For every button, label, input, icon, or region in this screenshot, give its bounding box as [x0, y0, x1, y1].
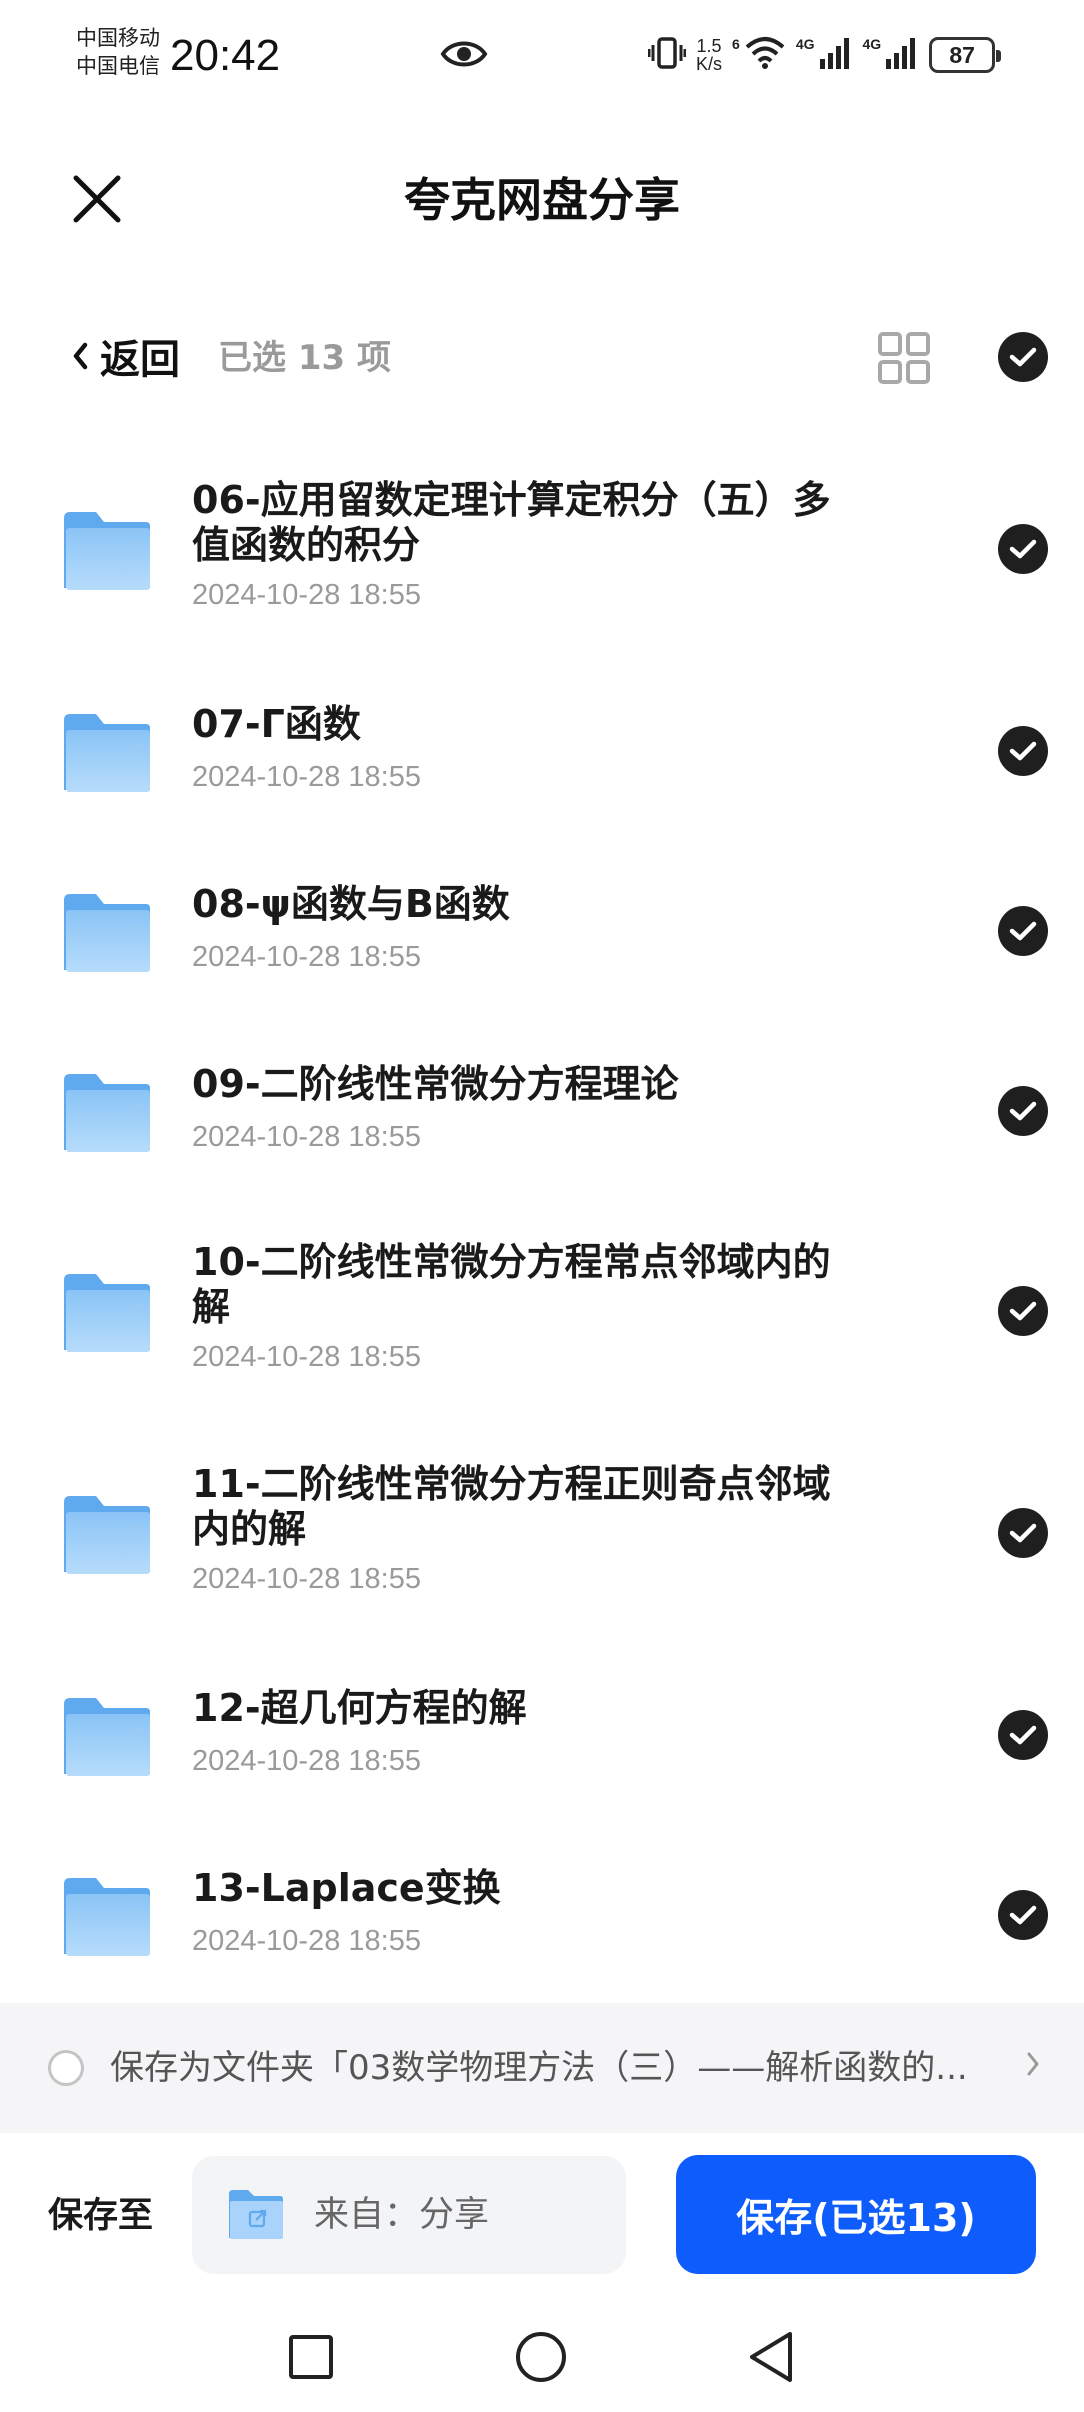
back-label: 返回	[100, 337, 180, 383]
page-title: 夸克网盘分享	[404, 173, 680, 227]
vibrate-icon	[647, 35, 687, 75]
file-row[interactable]: 12-超几何方程的解 2024-10-28 18:55	[0, 1684, 1084, 1784]
check-icon	[1009, 1725, 1037, 1745]
back-button[interactable]: 返回	[72, 324, 180, 388]
eye-comfort-icon	[440, 36, 488, 76]
check-icon	[1009, 741, 1037, 761]
triangle-back-icon	[750, 2332, 792, 2382]
check-circle-icon	[1009, 347, 1037, 367]
save-button[interactable]: 保存(已选13)	[676, 2155, 1036, 2274]
grid-view-icon	[878, 332, 930, 384]
file-name: 09-二阶线性常微分方程理论	[192, 1062, 679, 1106]
file-checkbox[interactable]	[998, 906, 1048, 956]
circle-home-icon	[516, 2332, 566, 2382]
folder-icon	[64, 1274, 150, 1352]
file-name: 08-ψ函数与B函数	[192, 882, 510, 926]
status-icons: 1.5 K/s 6 4G 4G 87	[647, 30, 1002, 80]
selection-toolbar: 返回 已选 13 项	[0, 318, 1084, 394]
folder-icon	[64, 1698, 150, 1776]
save-to-label: 保存至	[48, 2196, 154, 2236]
file-date: 2024-10-28 18:55	[192, 1925, 421, 1957]
file-checkbox[interactable]	[998, 1890, 1048, 1940]
file-date: 2024-10-28 18:55	[192, 761, 421, 793]
save-as-folder-text: 保存为文件夹「03数学物理方法（三）——解析函数的...	[110, 2048, 968, 2088]
chevron-right-icon	[1027, 2052, 1039, 2076]
file-name: 12-超几何方程的解	[192, 1686, 527, 1730]
folder-icon	[64, 1878, 150, 1956]
folder-icon	[64, 512, 150, 590]
status-bar: 中国移动 中国电信 20:42 1.5 K/s 6 4G 4G 87	[0, 0, 1084, 110]
file-row[interactable]: 10-二阶线性常微分方程常点邻域内的解 2024-10-28 18:55	[0, 1232, 1084, 1392]
status-time: 20:42	[170, 31, 281, 80]
home-button[interactable]	[506, 2322, 576, 2392]
file-checkbox[interactable]	[998, 1286, 1048, 1336]
back-nav-button[interactable]	[736, 2322, 806, 2392]
speed-value: 1.5	[696, 36, 722, 56]
shared-folder-icon	[229, 2190, 283, 2239]
file-row[interactable]: 11-二阶线性常微分方程正则奇点邻域内的解 2024-10-28 18:55	[0, 1454, 1084, 1614]
wifi-tag: 6	[732, 36, 740, 52]
square-recents-icon	[289, 2335, 333, 2379]
file-row[interactable]: 08-ψ函数与B函数 2024-10-28 18:55	[0, 880, 1084, 980]
speed-unit: K/s	[696, 54, 723, 74]
folder-icon	[64, 714, 150, 792]
check-icon	[1009, 1905, 1037, 1925]
network-speed: 1.5 K/s	[696, 37, 722, 73]
file-name: 10-二阶线性常微分方程常点邻域内的解	[192, 1240, 831, 1329]
carrier-labels: 中国移动 中国电信	[76, 24, 160, 80]
file-row[interactable]: 07-Γ函数 2024-10-28 18:55	[0, 700, 1084, 800]
signal-icon	[885, 35, 919, 75]
carrier-2: 中国电信	[76, 54, 160, 78]
folder-icon	[64, 1496, 150, 1574]
system-nav-bar	[0, 2300, 1084, 2412]
folder-icon	[64, 894, 150, 972]
chevron-left-icon	[73, 342, 88, 370]
file-date: 2024-10-28 18:55	[192, 1563, 421, 1595]
check-icon	[1009, 1101, 1037, 1121]
battery-icon: 87	[929, 37, 1002, 73]
file-name: 11-二阶线性常微分方程正则奇点邻域内的解	[192, 1462, 831, 1551]
grid-view-button[interactable]	[876, 330, 932, 386]
file-name: 06-应用留数定理计算定积分（五）多值函数的积分	[192, 478, 831, 567]
check-icon	[1009, 1301, 1037, 1321]
destination-label: 来自：分享	[314, 2195, 490, 2235]
save-as-folder-radio[interactable]	[48, 2050, 84, 2086]
file-checkbox[interactable]	[998, 1508, 1048, 1558]
network-type-2: 4G	[862, 36, 882, 52]
network-type-1: 4G	[795, 36, 815, 52]
check-icon	[1009, 539, 1037, 559]
file-checkbox[interactable]	[998, 1086, 1048, 1136]
select-all-checkbox[interactable]	[998, 332, 1048, 382]
file-row[interactable]: 13-Laplace变换 2024-10-28 18:55	[0, 1864, 1084, 1964]
signal-icon	[819, 35, 853, 75]
wifi-icon	[744, 35, 786, 75]
file-checkbox[interactable]	[998, 524, 1048, 574]
check-icon	[1009, 921, 1037, 941]
selected-count: 已选 13 项	[218, 338, 391, 378]
file-row[interactable]: 09-二阶线性常微分方程理论 2024-10-28 18:55	[0, 1060, 1084, 1160]
carrier-1: 中国移动	[76, 26, 160, 50]
folder-icon	[64, 1074, 150, 1152]
destination-picker[interactable]: 来自：分享	[192, 2156, 626, 2274]
file-date: 2024-10-28 18:55	[192, 579, 421, 611]
file-date: 2024-10-28 18:55	[192, 1341, 421, 1373]
check-icon	[1009, 1523, 1037, 1543]
file-checkbox[interactable]	[998, 1710, 1048, 1760]
file-row[interactable]: 06-应用留数定理计算定积分（五）多值函数的积分 2024-10-28 18:5…	[0, 470, 1084, 630]
recents-button[interactable]	[276, 2322, 346, 2392]
file-date: 2024-10-28 18:55	[192, 941, 421, 973]
file-name: 13-Laplace变换	[192, 1866, 501, 1910]
file-date: 2024-10-28 18:55	[192, 1121, 421, 1153]
save-as-folder-option[interactable]: 保存为文件夹「03数学物理方法（三）——解析函数的...	[0, 2003, 1084, 2133]
file-date: 2024-10-28 18:55	[192, 1745, 421, 1777]
file-name: 07-Γ函数	[192, 702, 361, 746]
file-checkbox[interactable]	[998, 726, 1048, 776]
battery-level: 87	[949, 41, 975, 68]
